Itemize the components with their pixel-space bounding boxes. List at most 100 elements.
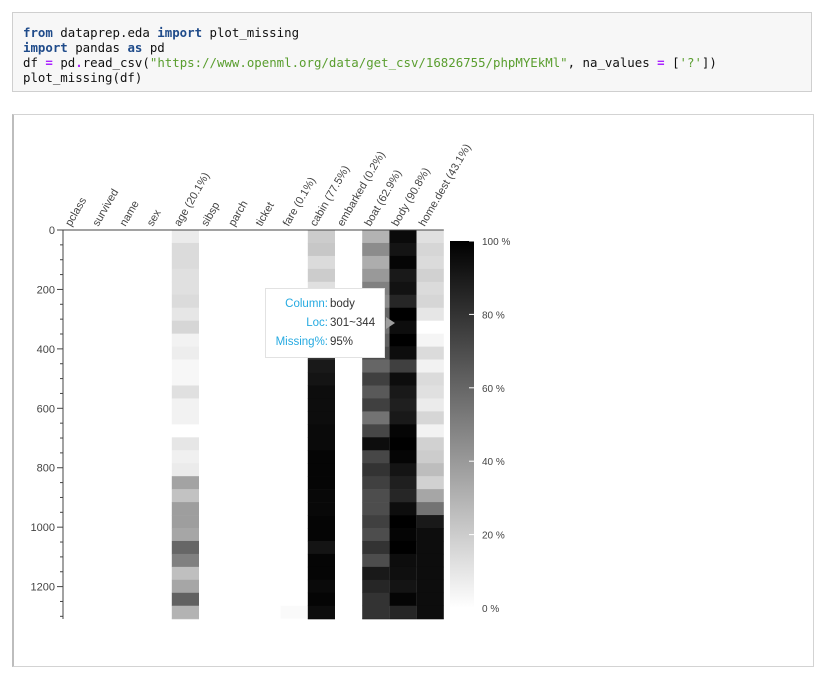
heatmap-cell — [362, 437, 390, 451]
heatmap-cell — [280, 359, 308, 373]
heatmap-cell — [280, 553, 308, 568]
heatmap-cell — [416, 424, 444, 438]
heatmap-cell — [280, 268, 308, 283]
missing-heatmap: pclass survivedname sex age (20.1%)sibsp par… — [31, 142, 510, 620]
heatmap-cell — [362, 372, 390, 386]
heatmap-cell — [389, 489, 417, 503]
column-label: sibsp — [199, 200, 222, 228]
y-tick-label: 600 — [37, 403, 55, 415]
y-tick-label: 200 — [37, 284, 55, 296]
heatmap-cell — [171, 230, 199, 244]
heatmap-cell — [280, 579, 308, 594]
code-token: pd — [52, 55, 76, 70]
heatmap-cell — [389, 553, 417, 568]
heatmap-cell — [171, 320, 199, 334]
heatmap-cell — [362, 242, 390, 257]
heatmap-cell — [362, 553, 390, 568]
heatmap-cell — [171, 502, 199, 516]
heatmap-cell — [389, 515, 417, 529]
code-token: df — [23, 55, 46, 70]
code-block: from dataprep.eda import plot_missing imp… — [23, 25, 801, 85]
heatmap-cell — [362, 255, 390, 270]
heatmap-cell — [280, 618, 308, 620]
heatmap-cell — [171, 605, 199, 620]
colorbar — [450, 241, 474, 608]
heatmap-cell — [307, 528, 335, 542]
heatmap-cell — [280, 424, 308, 438]
y-tick-label: 400 — [37, 344, 55, 356]
heatmap-cell — [389, 230, 417, 244]
heatmap-cell — [171, 359, 199, 373]
heatmap-cell — [307, 411, 335, 425]
heatmap-cell — [280, 255, 308, 270]
heatmap-cell — [335, 463, 363, 477]
heatmap-cell — [416, 281, 444, 296]
heatmap-cell — [362, 230, 390, 244]
heatmap-cell — [389, 476, 417, 490]
heatmap-cell — [389, 528, 417, 542]
heatmap-cell — [335, 385, 363, 399]
heatmap-cell — [307, 540, 335, 555]
tooltip-missing-value: 95% — [330, 336, 354, 348]
code-token: pandas — [67, 40, 128, 55]
heatmap-cell — [280, 372, 308, 386]
heatmap-cell — [389, 346, 417, 360]
heatmap-cell — [416, 385, 444, 399]
heatmap-cell — [416, 372, 444, 386]
colorbar-label: 80 % — [482, 310, 505, 321]
heatmap-cell — [335, 242, 363, 257]
heatmap-cell — [171, 528, 199, 542]
heatmap-cell — [416, 540, 444, 555]
heatmap-cell — [335, 618, 363, 620]
colorbar-label: 100 % — [482, 237, 510, 248]
heatmap-cell — [335, 489, 363, 503]
heatmap-cell — [389, 579, 417, 594]
heatmap-cell — [416, 242, 444, 257]
heatmap-cell — [416, 528, 444, 542]
code-line: from dataprep.eda import plot_missing — [23, 25, 801, 40]
heatmap-cell — [389, 424, 417, 438]
heatmap-cell — [389, 398, 417, 412]
heatmap-cell — [307, 566, 335, 581]
heatmap-cell — [335, 592, 363, 607]
heatmap-cell — [416, 333, 444, 347]
heatmap-cell — [335, 411, 363, 425]
heatmap-cell — [389, 566, 417, 581]
heatmap-cell — [389, 592, 417, 607]
heatmap-cell — [335, 372, 363, 386]
heatmap-cell — [389, 359, 417, 373]
heatmap-cell — [335, 424, 363, 438]
colorbar-label: 60 % — [482, 384, 505, 395]
heatmap-cell — [307, 489, 335, 503]
code-token: plot_missing(df) — [23, 70, 143, 85]
column-label: name — [118, 199, 142, 229]
heatmap-cell — [416, 230, 444, 244]
heatmap-cell — [416, 463, 444, 477]
heatmap-cell — [416, 346, 444, 360]
heatmap-cell — [335, 255, 363, 270]
heatmap-cell — [335, 268, 363, 283]
heatmap-cell — [389, 242, 417, 257]
heatmap-cell — [280, 540, 308, 555]
code-token: [ — [664, 55, 680, 70]
code-cell[interactable]: from dataprep.eda import plot_missing imp… — [12, 12, 812, 92]
column-label: ticket — [254, 200, 277, 228]
heatmap-cell — [307, 230, 335, 244]
heatmap-cell — [307, 268, 335, 283]
heatmap-cell — [416, 515, 444, 529]
heatmap-cell — [171, 476, 199, 490]
heatmap-cell — [335, 553, 363, 568]
heatmap-cell — [416, 592, 444, 607]
heatmap-cell — [307, 553, 335, 568]
heatmap-cell — [171, 255, 199, 270]
code-token: , na_values — [567, 55, 658, 70]
heatmap-cell — [416, 489, 444, 503]
heatmap-cell — [362, 528, 390, 542]
heatmap-cell — [171, 346, 199, 360]
heatmap-cell — [416, 605, 444, 620]
heatmap-cell — [335, 566, 363, 581]
heatmap-cell — [362, 579, 390, 594]
heatmap-cell — [307, 424, 335, 438]
tooltip-column-key: Column: — [285, 298, 328, 310]
heatmap-cell — [307, 398, 335, 412]
